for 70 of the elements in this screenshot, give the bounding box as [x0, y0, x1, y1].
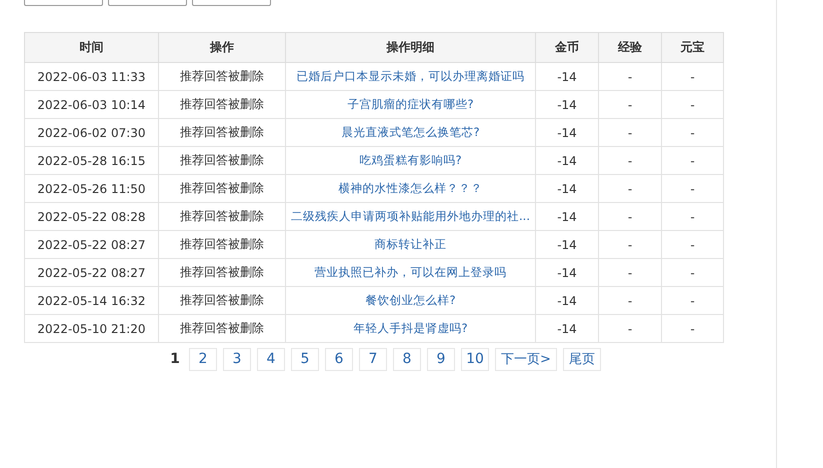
page-link[interactable]: 8: [393, 348, 421, 371]
coins-cell: -14: [536, 314, 598, 342]
ingots-cell: -: [662, 286, 724, 314]
time-cell: 2022-05-22 08:27: [24, 230, 158, 258]
question-link[interactable]: 商标转让补正: [374, 237, 446, 251]
page-link[interactable]: 9: [427, 348, 455, 371]
action-cell: 推荐回答被删除: [158, 90, 286, 118]
action-cell: 推荐回答被删除: [158, 286, 286, 314]
coins-cell: -14: [536, 90, 598, 118]
ingots-cell: -: [662, 146, 724, 174]
exp-cell: -: [598, 230, 662, 258]
time-cell: 2022-06-02 07:30: [24, 118, 158, 146]
ingots-cell: -: [662, 230, 724, 258]
coins-cell: -14: [536, 230, 598, 258]
action-cell: 推荐回答被删除: [158, 62, 286, 90]
exp-cell: -: [598, 118, 662, 146]
page-link[interactable]: 7: [359, 348, 387, 371]
column-header: 时间: [24, 32, 158, 62]
coins-cell: -14: [536, 118, 598, 146]
exp-cell: -: [598, 90, 662, 118]
ingots-cell: -: [662, 118, 724, 146]
time-cell: 2022-05-26 11:50: [24, 174, 158, 202]
time-cell: 2022-06-03 11:33: [24, 62, 158, 90]
time-cell: 2022-05-14 16:32: [24, 286, 158, 314]
exp-cell: -: [598, 174, 662, 202]
exp-cell: -: [598, 62, 662, 90]
coins-cell: -14: [536, 62, 598, 90]
column-header: 操作明细: [286, 32, 536, 62]
action-cell: 推荐回答被删除: [158, 174, 286, 202]
action-cell: 推荐回答被删除: [158, 314, 286, 342]
last-page-link[interactable]: 尾页: [562, 348, 601, 371]
ingots-cell: -: [662, 62, 724, 90]
action-cell: 推荐回答被删除: [158, 230, 286, 258]
ingots-cell: -: [662, 174, 724, 202]
coins-cell: -14: [536, 286, 598, 314]
coins-cell: -14: [536, 174, 598, 202]
coins-cell: -14: [536, 258, 598, 286]
column-header: 操作: [158, 32, 286, 62]
page-link[interactable]: 4: [257, 348, 285, 371]
time-cell: 2022-05-28 16:15: [24, 146, 158, 174]
exp-cell: -: [598, 202, 662, 230]
action-cell: 推荐回答被删除: [158, 118, 286, 146]
ingots-cell: -: [662, 258, 724, 286]
time-cell: 2022-05-10 21:20: [24, 314, 158, 342]
page-link[interactable]: 2: [189, 348, 217, 371]
exp-cell: -: [598, 314, 662, 342]
exp-cell: -: [598, 286, 662, 314]
coins-cell: -14: [536, 146, 598, 174]
exp-cell: -: [598, 146, 662, 174]
column-header: 金币: [536, 32, 598, 62]
page-link[interactable]: 5: [291, 348, 319, 371]
time-cell: 2022-05-22 08:28: [24, 202, 158, 230]
ingots-cell: -: [662, 202, 724, 230]
action-cell: 推荐回答被删除: [158, 258, 286, 286]
question-link[interactable]: 餐饮创业怎么样?: [365, 293, 456, 307]
current-page[interactable]: 1: [167, 348, 183, 371]
exp-cell: -: [598, 258, 662, 286]
column-header: 经验: [598, 32, 662, 62]
page-link[interactable]: 6: [325, 348, 353, 371]
action-cell: 推荐回答被删除: [158, 202, 286, 230]
page-link[interactable]: 10: [461, 348, 489, 371]
coins-cell: -14: [536, 202, 598, 230]
time-cell: 2022-05-22 08:27: [24, 258, 158, 286]
next-page-link[interactable]: 下一页>: [495, 348, 557, 371]
ingots-cell: -: [662, 314, 724, 342]
column-header: 元宝: [662, 32, 724, 62]
page-link[interactable]: 3: [223, 348, 251, 371]
action-cell: 推荐回答被删除: [158, 146, 286, 174]
time-cell: 2022-06-03 10:14: [24, 90, 158, 118]
ingots-cell: -: [662, 90, 724, 118]
